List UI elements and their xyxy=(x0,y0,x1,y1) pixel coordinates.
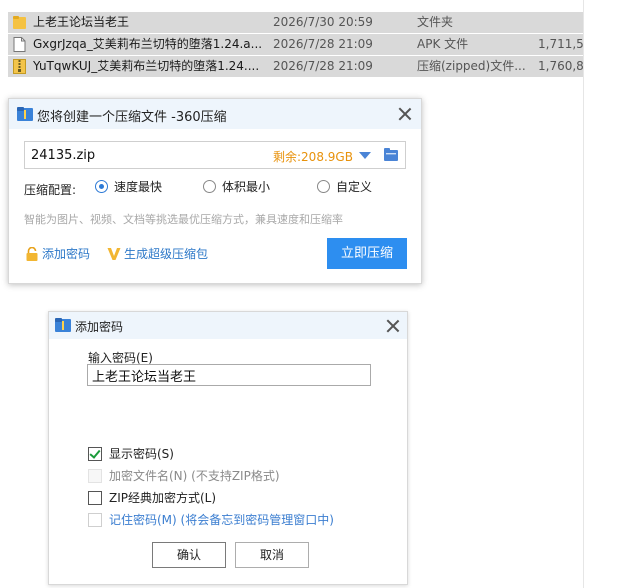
checkbox-label: 记住密码(M) (将会备忘到密码管理窗口中) xyxy=(109,513,334,527)
checkbox-disabled-icon xyxy=(88,469,102,483)
ok-button[interactable]: 确认 xyxy=(152,542,226,568)
password-dialog-titlebar[interactable]: 添加密码 xyxy=(49,312,407,339)
archive-app-icon xyxy=(17,107,33,121)
checkbox-checked-icon[interactable] xyxy=(88,447,102,461)
file-type: 压缩(zipped)文件... xyxy=(417,59,526,73)
compress-dialog-title: 您将创建一个压缩文件 -360压缩 xyxy=(37,110,227,125)
archive-app-icon xyxy=(55,318,71,332)
close-icon[interactable] xyxy=(386,319,400,333)
vip-v-icon xyxy=(107,248,121,260)
file-row-apk[interactable]: GxgrJzqa_艾美莉布兰切特的堕落1.24.a... 2026/7/28 2… xyxy=(8,34,583,55)
radio-selected-icon[interactable] xyxy=(95,180,108,193)
chevron-down-icon[interactable] xyxy=(359,152,371,159)
compress-config-label: 压缩配置: xyxy=(24,183,77,197)
file-name: YuTqwKUJ_艾美莉布兰切特的堕落1.24.... xyxy=(33,59,260,73)
option-label: 体积最小 xyxy=(222,180,271,194)
file-type: 文件夹 xyxy=(417,15,454,29)
close-icon[interactable] xyxy=(398,107,412,121)
compress-hint: 智能为图片、视频、文档等挑选最优压缩方式，兼具速度和压缩率 xyxy=(24,213,343,226)
file-row-folder[interactable]: 上老王论坛当老王 2026/7/30 20:59 文件夹 xyxy=(8,12,583,33)
checkbox-label: 显示密码(S) xyxy=(109,447,174,461)
radio-icon[interactable] xyxy=(203,180,216,193)
file-date: 2026/7/28 21:09 xyxy=(273,37,373,51)
compress-dialog: 您将创建一个压缩文件 -360压缩 24135.zip 剩余:208.9GB 压… xyxy=(8,98,422,284)
checkbox-label: ZIP经典加密方式(L) xyxy=(109,491,217,505)
file-type: APK 文件 xyxy=(417,37,469,51)
archive-filename: 24135.zip xyxy=(31,148,96,163)
password-dialog-title: 添加密码 xyxy=(75,320,124,334)
radio-icon[interactable] xyxy=(317,180,330,193)
free-space-label: 剩余:208.9GB xyxy=(273,150,353,164)
super-compress-label: 生成超级压缩包 xyxy=(124,247,209,261)
folder-icon xyxy=(13,16,26,29)
lock-icon xyxy=(26,247,38,261)
compress-dialog-titlebar[interactable]: 您将创建一个压缩文件 -360压缩 xyxy=(9,99,421,129)
add-password-label: 添加密码 xyxy=(42,247,91,261)
add-password-dialog: 添加密码 输入密码(E) 显示密码(S) 加密文件名(N) (不支持ZIP格式)… xyxy=(48,311,408,585)
archive-path-input[interactable]: 24135.zip 剩余:208.9GB xyxy=(24,141,406,169)
option-label: 自定义 xyxy=(336,180,373,194)
file-name: GxgrJzqa_艾美莉布兰切特的堕落1.24.a... xyxy=(33,37,263,51)
file-size: 1,760,83 xyxy=(538,59,583,73)
cancel-button[interactable]: 取消 xyxy=(235,542,309,568)
file-date: 2026/7/28 21:09 xyxy=(273,59,373,73)
checkbox-label: 加密文件名(N) (不支持ZIP格式) xyxy=(109,469,280,483)
zip-file-icon xyxy=(13,59,26,74)
password-input[interactable] xyxy=(87,364,371,386)
file-icon xyxy=(13,37,26,52)
checkbox-icon[interactable] xyxy=(88,491,102,505)
compress-now-button[interactable]: 立即压缩 xyxy=(327,238,407,269)
checkbox-icon[interactable] xyxy=(88,513,102,527)
folder-browse-icon[interactable] xyxy=(384,148,398,161)
file-name: 上老王论坛当老王 xyxy=(33,15,130,29)
file-row-zip[interactable]: YuTqwKUJ_艾美莉布兰切特的堕落1.24.... 2026/7/28 21… xyxy=(8,56,583,77)
file-date: 2026/7/30 20:59 xyxy=(273,15,373,29)
column-divider xyxy=(583,0,584,588)
file-list: 上老王论坛当老王 2026/7/30 20:59 文件夹 GxgrJzqa_艾美… xyxy=(8,12,583,78)
file-size: 1,711,54 xyxy=(538,37,583,51)
option-label: 速度最快 xyxy=(114,180,163,194)
